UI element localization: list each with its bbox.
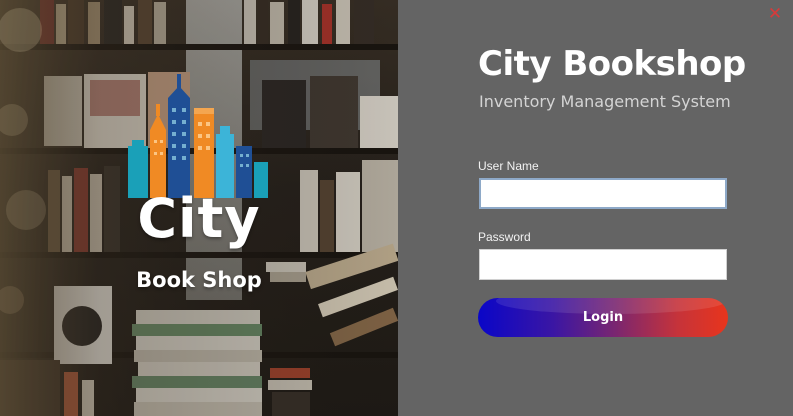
app-subtitle: Inventory Management System [479, 92, 731, 111]
logo-bookshop-wordmark: Book Shop [136, 268, 262, 292]
password-input[interactable] [479, 249, 727, 280]
password-label: Password [478, 230, 531, 244]
username-input[interactable] [479, 178, 727, 209]
city-bookshop-logo: City Book Shop [124, 74, 274, 299]
bookshop-photo: City Book Shop [0, 0, 398, 416]
close-icon[interactable]: ✕ [766, 5, 784, 23]
logo-city-wordmark: City [137, 187, 261, 250]
login-button-label: Login [582, 310, 624, 325]
city-skyline-icon [128, 74, 268, 198]
login-button[interactable]: Login [478, 298, 728, 337]
app-title: City Bookshop [478, 44, 746, 84]
username-label: User Name [478, 159, 539, 173]
